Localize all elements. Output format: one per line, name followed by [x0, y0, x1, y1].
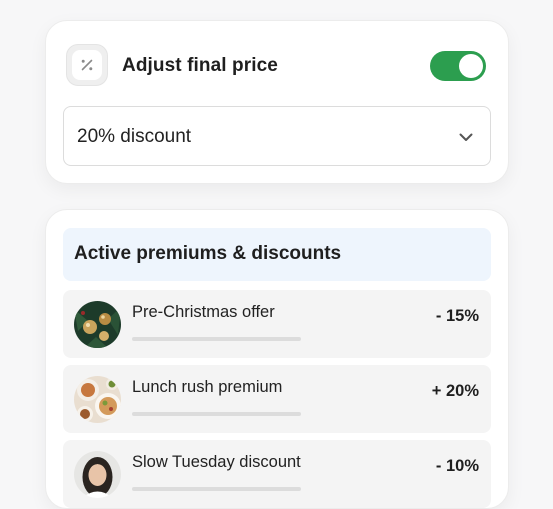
discount-select[interactable]: 20% discount: [63, 106, 491, 166]
adjust-price-card: Adjust final price 20% discount: [45, 20, 509, 184]
discount-select-value: 20% discount: [77, 126, 192, 147]
list-item[interactable]: Pre-Christmas offer - 15%: [63, 290, 491, 358]
toggle-knob: [459, 54, 483, 78]
list-item-label: Slow Tuesday discount: [132, 453, 301, 471]
active-adjustments-card: Active premiums & discounts Pre-Christma…: [45, 209, 509, 509]
list-item-bar: [132, 412, 301, 416]
list-item-value: - 15%: [435, 307, 479, 325]
list-item-bar: [132, 487, 301, 491]
person-portrait-avatar: [74, 451, 121, 498]
adjust-price-title: Adjust final price: [122, 55, 278, 76]
active-adjustments-title: Active premiums & discounts: [74, 243, 342, 264]
list-item[interactable]: Lunch rush premium + 20%: [63, 365, 491, 433]
christmas-ornaments-avatar: [74, 301, 121, 348]
percent-icon: [66, 44, 108, 86]
adjust-price-toggle[interactable]: [430, 51, 486, 81]
food-dishes-avatar: [74, 376, 121, 423]
list-item-value: + 20%: [431, 382, 479, 400]
list-item-label: Pre-Christmas offer: [132, 303, 275, 321]
list-item[interactable]: Slow Tuesday discount - 10%: [63, 440, 491, 508]
list-item-label: Lunch rush premium: [132, 378, 283, 396]
list-item-bar: [132, 337, 301, 341]
list-item-value: - 10%: [435, 457, 479, 475]
chevron-down-icon: [458, 129, 474, 150]
active-adjustments-header: Active premiums & discounts: [63, 228, 491, 281]
